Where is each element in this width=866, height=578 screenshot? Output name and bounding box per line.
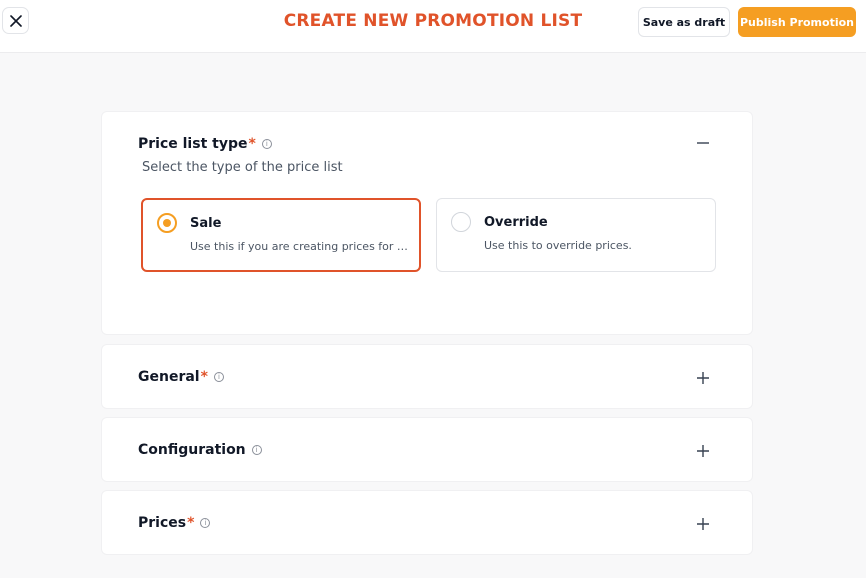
section-title: Prices [138, 515, 187, 531]
section-header-price-list-type[interactable]: Price list type * i [138, 136, 272, 152]
required-mark: * [200, 369, 208, 385]
section-title: Price list type [138, 136, 248, 152]
section-header-general[interactable]: General * i [138, 369, 224, 385]
option-override[interactable]: Override Use this to override prices. [436, 198, 716, 272]
section-header-prices[interactable]: Prices * i [138, 515, 211, 531]
general-section[interactable]: General * i [101, 344, 753, 409]
plus-icon[interactable] [694, 369, 712, 387]
option-description: Use this to override prices. [484, 239, 632, 252]
plus-icon[interactable] [694, 515, 712, 533]
info-icon: i [213, 372, 224, 382]
minus-icon[interactable] [694, 134, 712, 152]
option-title: Override [484, 215, 548, 230]
section-subtitle: Select the type of the price list [142, 160, 343, 175]
section-header-configuration[interactable]: Configuration i [138, 442, 262, 458]
radio-unselected[interactable] [451, 212, 471, 232]
radio-selected[interactable] [157, 213, 177, 233]
option-sale[interactable]: Sale Use this if you are creating prices… [141, 198, 421, 272]
top-bar: CREATE NEW PROMOTION LIST Save as draft … [0, 0, 866, 53]
required-mark: * [187, 515, 195, 531]
configuration-section[interactable]: Configuration i [101, 417, 753, 482]
info-icon: i [261, 139, 272, 149]
required-mark: * [248, 136, 256, 152]
price-list-type-section: Price list type * i Select the type of th… [101, 111, 753, 335]
section-title: Configuration [138, 442, 246, 458]
option-title: Sale [190, 216, 222, 231]
publish-promotion-button[interactable]: Publish Promotion [738, 7, 856, 37]
info-icon: i [200, 518, 211, 528]
save-as-draft-button[interactable]: Save as draft [638, 7, 730, 37]
prices-section[interactable]: Prices * i [101, 490, 753, 555]
page-title: CREATE NEW PROMOTION LIST [283, 11, 583, 31]
info-icon: i [251, 445, 262, 455]
section-title: General [138, 369, 200, 385]
plus-icon[interactable] [694, 442, 712, 460]
option-description: Use this if you are creating prices for … [190, 240, 412, 253]
